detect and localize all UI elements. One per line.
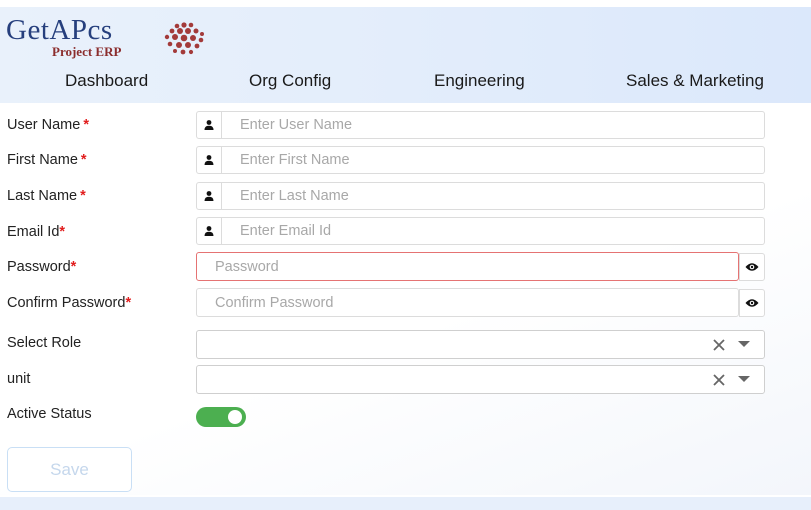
select-role-row: Select Role — [0, 330, 811, 360]
show-confirm-password-button[interactable] — [739, 289, 765, 317]
required-mark: * — [125, 295, 132, 311]
active-status-toggle[interactable] — [196, 407, 246, 427]
required-mark: * — [80, 188, 86, 204]
unit-dropdown[interactable] — [196, 365, 765, 394]
email-label: Email Id* — [7, 224, 66, 240]
unit-label: unit — [7, 371, 31, 387]
show-password-button[interactable] — [739, 253, 765, 281]
footer-strip — [0, 497, 811, 510]
clear-icon[interactable] — [712, 373, 726, 387]
last-name-input[interactable] — [222, 182, 765, 210]
logo-dots-icon — [164, 22, 204, 55]
user-name-row: User Name * — [0, 110, 811, 140]
nav-item-engineering[interactable]: Engineering — [434, 69, 525, 93]
email-input[interactable] — [222, 217, 765, 245]
brand-logo[interactable]: GetAPcs Project ERP — [6, 15, 216, 63]
confirm-password-label: Confirm Password* — [7, 295, 132, 311]
required-mark: * — [83, 117, 89, 133]
clear-icon[interactable] — [712, 338, 726, 352]
caret-down-icon[interactable] — [738, 376, 750, 382]
active-status-row: Active Status — [0, 405, 811, 435]
unit-row: unit — [0, 365, 811, 395]
top-strip — [0, 0, 811, 7]
select-role-label: Select Role — [7, 335, 82, 351]
select-role-dropdown[interactable] — [196, 330, 765, 359]
last-name-row: Last Name * — [0, 181, 811, 211]
password-label: Password* — [7, 259, 77, 275]
nav-item-dashboard[interactable]: Dashboard — [65, 69, 148, 93]
nav-item-org-config[interactable]: Org Config — [249, 69, 331, 93]
toggle-knob — [228, 410, 242, 424]
confirm-password-row: Confirm Password* — [0, 288, 811, 318]
first-name-row: First Name * — [0, 145, 811, 175]
required-mark: * — [80, 152, 87, 168]
user-name-input[interactable] — [222, 111, 765, 139]
required-mark: * — [70, 259, 77, 275]
password-input[interactable] — [196, 252, 739, 281]
user-icon — [196, 217, 222, 245]
user-icon — [196, 111, 222, 139]
user-icon — [196, 146, 222, 174]
eye-icon — [745, 263, 759, 271]
app-header: GetAPcs Project ERP Dashboard Org Config… — [0, 7, 811, 103]
password-row: Password* — [0, 252, 811, 282]
user-name-label: User Name * — [7, 117, 89, 133]
caret-down-icon[interactable] — [738, 341, 750, 347]
nav-item-sales-marketing[interactable]: Sales & Marketing — [626, 69, 764, 93]
brand-name: GetAPcs — [6, 14, 113, 46]
required-mark: * — [59, 224, 66, 240]
user-icon — [196, 182, 222, 210]
eye-icon — [745, 299, 759, 307]
save-button[interactable]: Save — [7, 447, 132, 492]
first-name-label: First Name * — [7, 152, 87, 168]
last-name-label: Last Name * — [7, 188, 86, 204]
first-name-input[interactable] — [222, 146, 765, 174]
confirm-password-input[interactable] — [196, 288, 739, 317]
brand-subtitle: Project ERP — [52, 44, 122, 59]
main-nav: Dashboard Org Config Engineering Sales &… — [0, 69, 811, 99]
active-status-label: Active Status — [7, 406, 92, 422]
email-row: Email Id* — [0, 216, 811, 246]
